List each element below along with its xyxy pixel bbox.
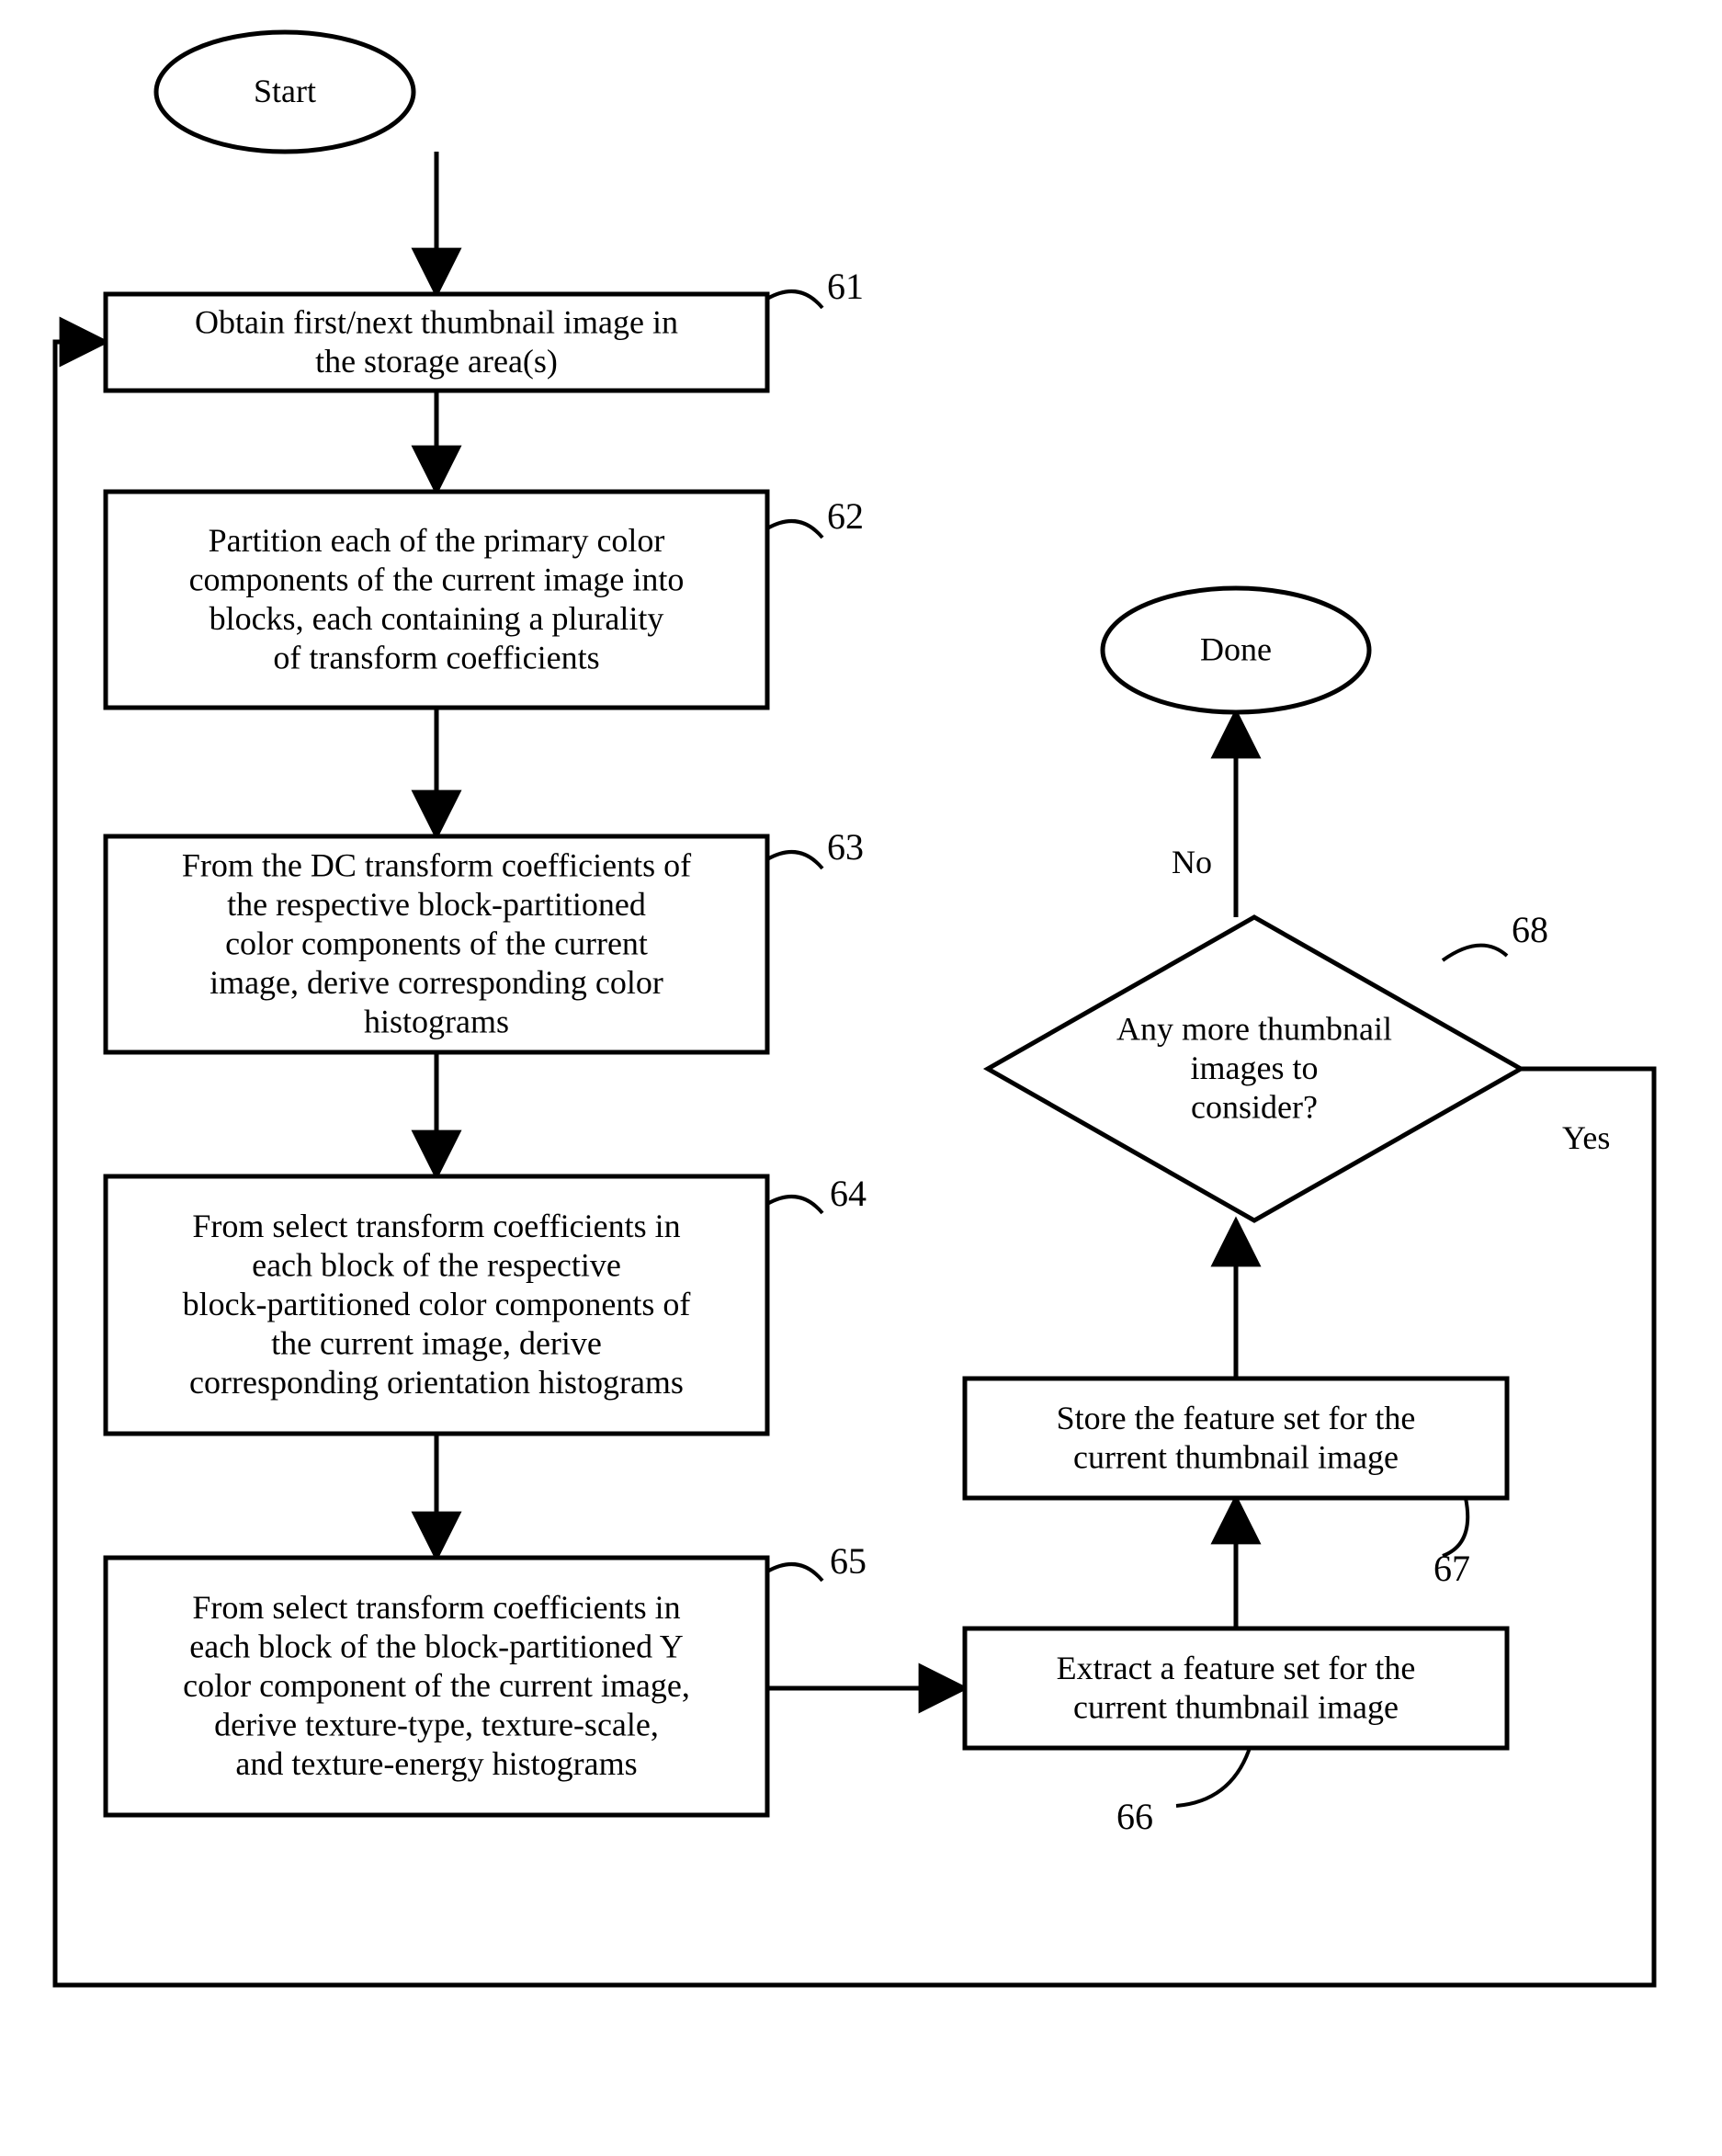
step-66: Extract a feature set for thecurrent thu…: [965, 1628, 1507, 1748]
node-text: From select transform coefficients ineac…: [183, 1208, 691, 1401]
step-67: Store the feature set for thecurrent thu…: [965, 1379, 1507, 1498]
ref-num-64: 64: [830, 1173, 867, 1214]
edge-68-no-label: No: [1172, 844, 1212, 880]
ref-num-67: 67: [1433, 1548, 1470, 1589]
decision-68: Any more thumbnailimages toconsider?: [988, 917, 1521, 1220]
step-61: Obtain first/next thumbnail image inthe …: [106, 294, 767, 391]
step-65: From select transform coefficients ineac…: [106, 1558, 767, 1815]
ref-num-62: 62: [827, 495, 864, 537]
ref-num-61: 61: [827, 266, 864, 307]
step-64: From select transform coefficients ineac…: [106, 1176, 767, 1434]
node-text: From select transform coefficients ineac…: [183, 1589, 690, 1782]
ref-hook-65: [767, 1564, 822, 1581]
ref-hook-68: [1443, 946, 1507, 960]
ref-num-65: 65: [830, 1540, 867, 1582]
start-terminator: Start: [156, 32, 414, 152]
ref-hook-61: [767, 291, 822, 308]
flowchart-canvas: Start Obtain first/next thumbnail image i…: [0, 0, 1722, 2156]
done-terminator: Done: [1103, 588, 1369, 712]
ref-hook-66: [1176, 1748, 1250, 1806]
node-text: Start: [254, 73, 316, 109]
ref-hook-62: [767, 521, 822, 538]
ref-num-63: 63: [827, 826, 864, 868]
ref-hook-63: [767, 852, 822, 868]
ref-num-68: 68: [1512, 909, 1548, 950]
node-text: Done: [1200, 631, 1272, 668]
ref-hook-64: [767, 1197, 822, 1213]
step-63: From the DC transform coefficients ofthe…: [106, 836, 767, 1052]
step-62: Partition each of the primary colorcompo…: [106, 492, 767, 708]
edge-68-yes-label: Yes: [1562, 1119, 1610, 1156]
ref-num-66: 66: [1116, 1796, 1153, 1837]
